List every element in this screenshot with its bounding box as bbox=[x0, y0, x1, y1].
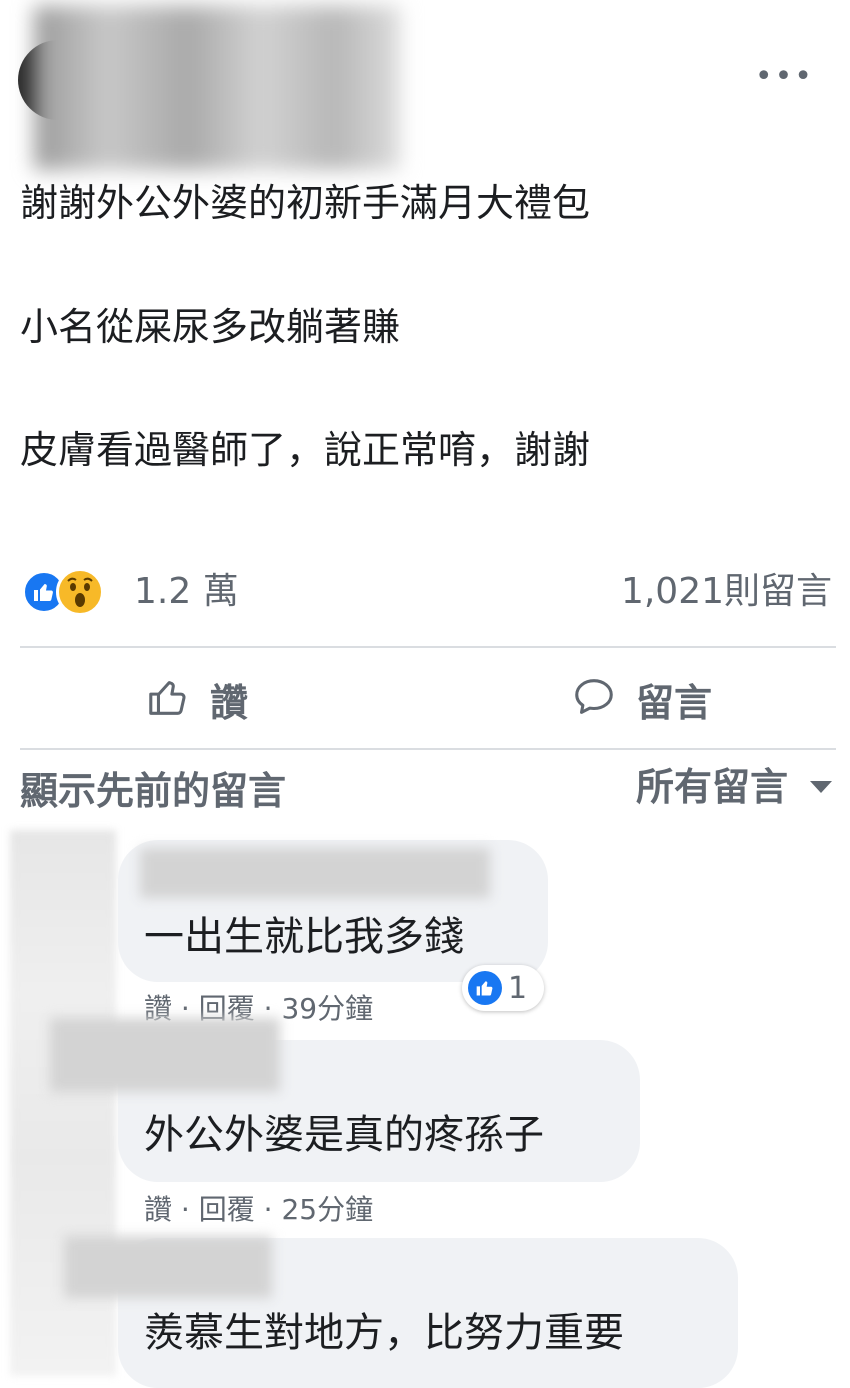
comment-count[interactable]: 1,021則留言 bbox=[621, 567, 832, 617]
reaction-count[interactable]: 1.2 萬 bbox=[134, 567, 239, 617]
post-text-line-2: 小名從屎尿多改躺著賺 bbox=[20, 305, 401, 349]
comment-timestamp[interactable]: 39分鐘 bbox=[281, 992, 373, 1025]
comment-author-blurred[interactable] bbox=[50, 1018, 280, 1092]
show-previous-comments[interactable]: 顯示先前的留言 bbox=[20, 766, 286, 816]
comment-like-link[interactable]: 讚 bbox=[144, 1193, 172, 1226]
comment-button[interactable]: 留言 bbox=[570, 674, 712, 732]
more-horizontal-icon[interactable]: ••• bbox=[755, 62, 814, 92]
separator-dot: · bbox=[263, 1193, 282, 1226]
comment-reply-link[interactable]: 回覆 bbox=[199, 1193, 255, 1226]
comment-reaction-count[interactable]: 1 bbox=[462, 965, 544, 1011]
caret-down-icon bbox=[810, 781, 832, 793]
like-icon bbox=[468, 971, 502, 1005]
post-text-line-1: 謝謝外公外婆的初新手滿月大禮包 bbox=[20, 181, 591, 225]
divider-top bbox=[20, 646, 836, 648]
comment-meta: 讚 · 回覆 · 25分鐘 bbox=[144, 1193, 373, 1227]
post-author-name-blurred bbox=[34, 6, 400, 170]
thumbs-up-icon bbox=[146, 674, 192, 732]
comment-text: 一出生就比我多錢 bbox=[144, 914, 464, 960]
comment-reaction-number: 1 bbox=[508, 970, 528, 1006]
like-button-label: 讚 bbox=[210, 681, 249, 725]
comment-text: 羨慕生對地方，比努力重要 bbox=[144, 1310, 624, 1356]
wow-icon bbox=[56, 568, 104, 616]
comment-author-blurred[interactable] bbox=[140, 848, 490, 898]
comment-text: 外公外婆是真的疼孫子 bbox=[144, 1112, 544, 1158]
comment-author-blurred[interactable] bbox=[64, 1236, 272, 1298]
reaction-icons[interactable] bbox=[22, 566, 122, 616]
comment-timestamp[interactable]: 25分鐘 bbox=[281, 1193, 373, 1226]
comment-bubble-icon bbox=[570, 674, 618, 732]
comment-filter-label: 所有留言 bbox=[635, 765, 788, 809]
post-text-line-3: 皮膚看過醫師了，說正常唷，謝謝 bbox=[20, 428, 591, 472]
separator-dot: · bbox=[180, 1193, 199, 1226]
comment-filter-dropdown[interactable]: 所有留言 bbox=[636, 762, 832, 812]
comment-button-label: 留言 bbox=[636, 681, 713, 725]
divider-bottom bbox=[20, 748, 836, 750]
like-button[interactable]: 讚 bbox=[146, 674, 248, 732]
